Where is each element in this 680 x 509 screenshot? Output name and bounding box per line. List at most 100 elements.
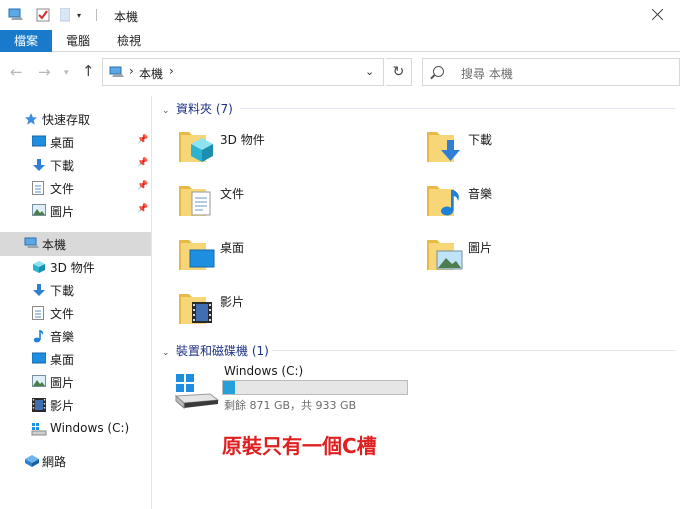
breadcrumb-chevron-icon[interactable]: › <box>169 64 174 78</box>
properties-icon[interactable] <box>36 8 50 25</box>
group-divider <box>272 350 676 351</box>
sidebar-item-label: 快速存取 <box>42 113 91 127</box>
star-icon <box>24 112 38 126</box>
sidebar-item-pictures[interactable]: 圖片 📌 <box>0 200 151 222</box>
chevron-down-icon[interactable]: ⌄ <box>162 348 172 358</box>
pin-icon[interactable]: 📌 <box>137 204 148 214</box>
title-separator <box>96 9 97 21</box>
window-title: 本機 <box>114 10 139 24</box>
sidebar-item-documents[interactable]: 文件 📌 <box>0 177 151 199</box>
sidebar-item-desktop[interactable]: 桌面 📌 <box>0 131 151 153</box>
chevron-down-icon[interactable]: ⌄ <box>365 65 374 78</box>
sidebar-item-downloads[interactable]: 下載 <box>0 279 151 301</box>
sidebar-item-label: 桌面 <box>50 353 75 367</box>
tab-file[interactable]: 檔案 <box>0 30 52 52</box>
folders-group-label: 資料夾 (7) <box>176 102 233 116</box>
folder-documents[interactable]: 文件 <box>176 180 406 226</box>
devices-group-header[interactable]: ⌄ 裝置和磁碟機 (1) <box>162 342 269 359</box>
sidebar-item-desktop[interactable]: 桌面 <box>0 348 151 370</box>
pin-icon[interactable]: 📌 <box>137 135 148 145</box>
breadcrumb-chevron-icon[interactable]: › <box>129 64 134 78</box>
desktop-folder-icon <box>179 240 215 270</box>
computer-icon[interactable] <box>8 8 24 25</box>
sidebar-item-label: 本機 <box>42 238 67 252</box>
sidebar-item-downloads[interactable]: 下載 📌 <box>0 154 151 176</box>
sidebar-item-label: 圖片 <box>50 205 75 219</box>
pin-icon[interactable]: 📌 <box>137 181 148 191</box>
drive-name[interactable]: Windows (C:) <box>224 364 303 378</box>
drive-usage-fill <box>223 381 236 394</box>
sidebar-item-label: 下載 <box>50 159 75 173</box>
sidebar-item-label: 圖片 <box>50 376 75 390</box>
sidebar-item-label: 3D 物件 <box>50 261 95 275</box>
devices-group-label: 裝置和磁碟機 (1) <box>176 344 269 358</box>
group-divider <box>240 108 676 109</box>
pictures-folder-icon <box>427 240 463 270</box>
sidebar-item-videos[interactable]: 影片 <box>0 394 151 416</box>
search-placeholder: 搜尋 本機 <box>461 67 513 81</box>
folder-downloads[interactable]: 下載 <box>424 126 654 172</box>
sidebar-item-documents[interactable]: 文件 <box>0 302 151 324</box>
forward-arrow-icon[interactable]: → <box>38 64 51 80</box>
breadcrumb[interactable]: 本機 <box>139 65 163 82</box>
music-folder-icon <box>427 186 459 216</box>
new-folder-icon[interactable] <box>59 7 71 25</box>
sidebar-item-label: 下載 <box>50 284 75 298</box>
computer-icon <box>109 66 125 82</box>
folder-name: 3D 物件 <box>220 133 265 147</box>
drive-usage-bar <box>222 380 408 395</box>
folder-name: 影片 <box>220 295 245 309</box>
drive-space-info: 剩餘 871 GB，共 933 GB <box>224 399 357 412</box>
folder-name: 文件 <box>220 187 245 201</box>
folder-music[interactable]: 音樂 <box>424 180 654 226</box>
sidebar-item-label: 文件 <box>50 307 75 321</box>
computer-icon <box>24 237 39 251</box>
address-bar[interactable]: › 本機 › ⌄ <box>102 58 384 86</box>
document-icon <box>32 181 46 195</box>
folder-name: 圖片 <box>468 241 493 255</box>
desktop-icon <box>31 352 47 366</box>
tab-view[interactable]: 檢視 <box>117 30 141 52</box>
sidebar-item-label: 音樂 <box>50 330 75 344</box>
sidebar-item-network[interactable]: 網路 <box>0 450 151 472</box>
film-icon <box>32 398 46 412</box>
music-note-icon <box>33 329 47 343</box>
refresh-button[interactable]: ↻ <box>386 58 412 86</box>
sidebar-item-label: 桌面 <box>50 136 75 150</box>
folders-group-header[interactable]: ⌄ 資料夾 (7) <box>162 100 233 117</box>
tab-computer[interactable]: 電腦 <box>66 30 90 52</box>
sidebar-item-windows-c[interactable]: Windows (C:) <box>0 418 151 440</box>
customize-toolbar-icon[interactable]: ▾ <box>77 11 81 20</box>
sidebar-item-this-pc[interactable]: 本機 <box>0 232 151 256</box>
videos-folder-icon <box>179 294 212 324</box>
picture-icon <box>32 204 46 218</box>
download-icon <box>32 283 46 297</box>
ribbon-tabs: 檔案 電腦 檢視 <box>0 30 680 52</box>
navigation-pane: 快速存取 桌面 📌 下載 📌 文件 📌 圖片 📌 本機 3D 物件 下載 文件 … <box>0 96 152 509</box>
sidebar-item-music[interactable]: 音樂 <box>0 325 151 347</box>
chevron-down-icon[interactable]: ⌄ <box>162 106 172 116</box>
folder-name: 音樂 <box>468 187 493 201</box>
sidebar-item-3d-objects[interactable]: 3D 物件 <box>0 256 151 278</box>
windows-drive-icon <box>174 374 220 410</box>
close-icon[interactable] <box>652 8 664 20</box>
sidebar-item-pictures[interactable]: 圖片 <box>0 371 151 393</box>
sidebar-item-label: Windows (C:) <box>50 421 130 435</box>
downloads-folder-icon <box>427 132 460 162</box>
recent-locations-icon[interactable]: ▾ <box>64 65 69 81</box>
search-input[interactable]: 搜尋 本機 <box>422 58 680 86</box>
folder-name: 下載 <box>468 133 493 147</box>
3d-objects-icon <box>32 260 46 274</box>
pin-icon[interactable]: 📌 <box>137 158 148 168</box>
up-arrow-icon[interactable]: ↑ <box>82 63 95 79</box>
desktop-icon <box>31 135 47 149</box>
folder-3d-objects[interactable]: 3D 物件 <box>176 126 406 172</box>
sidebar-item-quick-access[interactable]: 快速存取 <box>0 108 151 130</box>
search-icon <box>433 66 444 77</box>
folder-desktop[interactable]: 桌面 <box>176 234 406 280</box>
folder-pictures[interactable]: 圖片 <box>424 234 654 280</box>
folder-videos[interactable]: 影片 <box>176 288 406 334</box>
download-icon <box>32 158 46 172</box>
sidebar-item-label: 文件 <box>50 182 75 196</box>
back-arrow-icon[interactable]: ← <box>10 64 23 80</box>
